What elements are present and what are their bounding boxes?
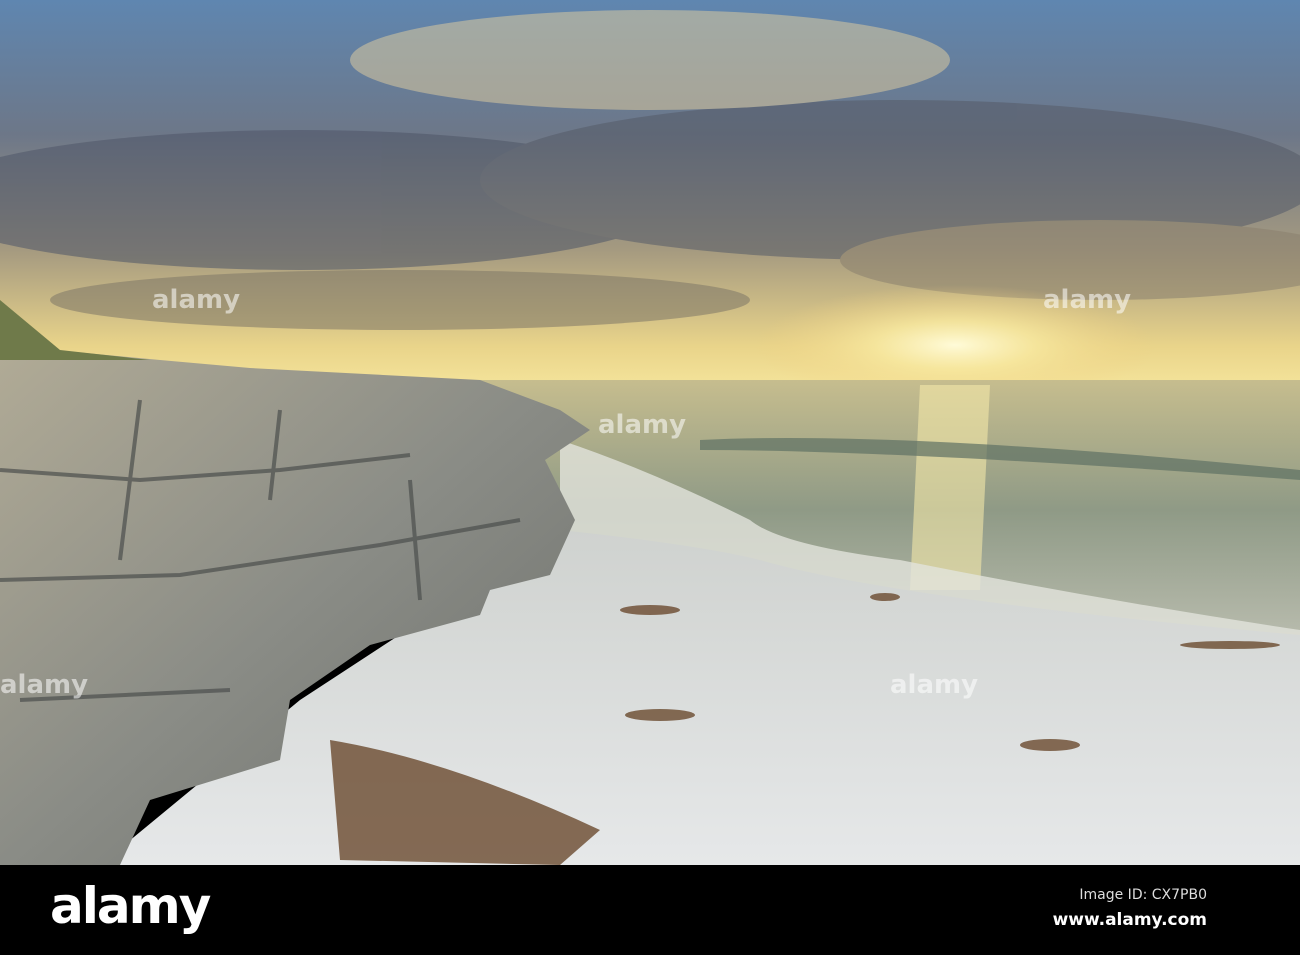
site-url: www.alamy.com [1052, 910, 1207, 930]
watermark: alamy [1043, 285, 1132, 315]
sun-reflection [910, 385, 990, 590]
footer-bar: alamy Image ID: CX7PB0 www.alamy.com [0, 865, 1300, 955]
watermark: alamy [598, 410, 687, 440]
image-id: Image ID: CX7PB0 [1079, 887, 1207, 903]
alamy-logo: alamy [50, 877, 211, 935]
watermark: alamy [152, 285, 241, 315]
watermark: alamy [0, 670, 89, 700]
watermark: alamy [890, 670, 979, 700]
